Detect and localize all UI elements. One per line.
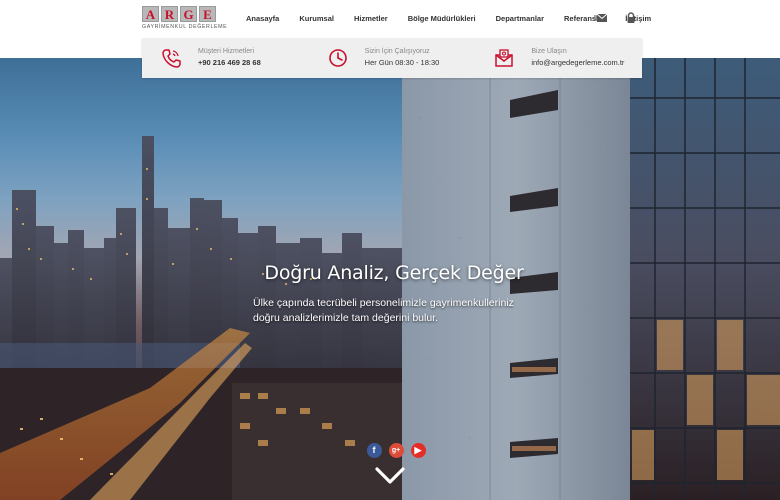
- contact-hours-label: Sizin İçin Çalışıyoruz: [364, 48, 430, 55]
- logo-letter: R: [161, 6, 178, 22]
- mail-icon[interactable]: [594, 12, 608, 24]
- phone-icon: [162, 49, 181, 68]
- facebook-icon[interactable]: f: [366, 443, 382, 458]
- envelope-icon: [495, 49, 514, 67]
- contact-phone-label: Müşteri Hizmetleri: [198, 48, 255, 55]
- contact-hours-value: Her Gün 08:30 - 18:30: [364, 58, 440, 67]
- contact-hours-text: Sizin İçin Çalışıyoruz Her Gün 08:30 - 1…: [365, 46, 440, 69]
- logo-tagline: GAYRİMENKUL DEĞERLEME: [142, 24, 228, 30]
- contact-phone-value[interactable]: +90 216 469 28 68: [198, 57, 261, 69]
- contact-email-value[interactable]: info@argedegerleme.com.tr: [531, 57, 624, 69]
- site-header: A R G E GAYRİMENKUL DEĞERLEME Anasayfa K…: [0, 0, 780, 38]
- social-links: f g+ ▶: [0, 443, 780, 458]
- nav-item-home[interactable]: Anasayfa: [246, 14, 279, 23]
- nav-item-corporate[interactable]: Kurumsal: [299, 14, 334, 23]
- logo-letter: A: [142, 6, 159, 22]
- nav-item-services[interactable]: Hizmetler: [354, 14, 388, 23]
- logo-letter: E: [199, 6, 216, 22]
- nav-item-regional-offices[interactable]: Bölge Müdürlükleri: [408, 14, 476, 23]
- logo-letters: A R G E: [142, 6, 220, 22]
- contact-email-text: Bize Ulaşın info@argedegerleme.com.tr: [531, 46, 624, 69]
- youtube-icon[interactable]: ▶: [410, 443, 426, 458]
- logo[interactable]: A R G E GAYRİMENKUL DEĞERLEME: [142, 6, 228, 34]
- nav-item-departments[interactable]: Departmanlar: [496, 14, 544, 23]
- contact-email-label: Bize Ulaşın: [531, 48, 567, 55]
- hero-title: Doğru Analiz, Gerçek Değer: [264, 262, 524, 284]
- google-plus-icon[interactable]: g+: [388, 443, 404, 458]
- scroll-down-chevron-icon[interactable]: [373, 465, 407, 487]
- logo-letter: G: [180, 6, 197, 22]
- contact-info-bar: Müşteri Hizmetleri +90 216 469 28 68 Siz…: [142, 38, 642, 78]
- lock-icon[interactable]: [624, 12, 638, 24]
- main-nav: Anasayfa Kurumsal Hizmetler Bölge Müdürl…: [246, 14, 651, 23]
- contact-phone[interactable]: Müşteri Hizmetleri +90 216 469 28 68: [142, 38, 309, 78]
- contact-email[interactable]: Bize Ulaşın info@argedegerleme.com.tr: [475, 38, 642, 78]
- hero-subtitle: Ülke çapında tecrübeli personelimizle ga…: [253, 297, 514, 324]
- hero-banner: Doğru Analiz, Gerçek Değer Ülke çapında …: [0, 58, 780, 500]
- contact-hours: Sizin İçin Çalışıyoruz Her Gün 08:30 - 1…: [309, 38, 476, 78]
- contact-phone-text: Müşteri Hizmetleri +90 216 469 28 68: [198, 46, 261, 69]
- clock-icon: [328, 49, 347, 67]
